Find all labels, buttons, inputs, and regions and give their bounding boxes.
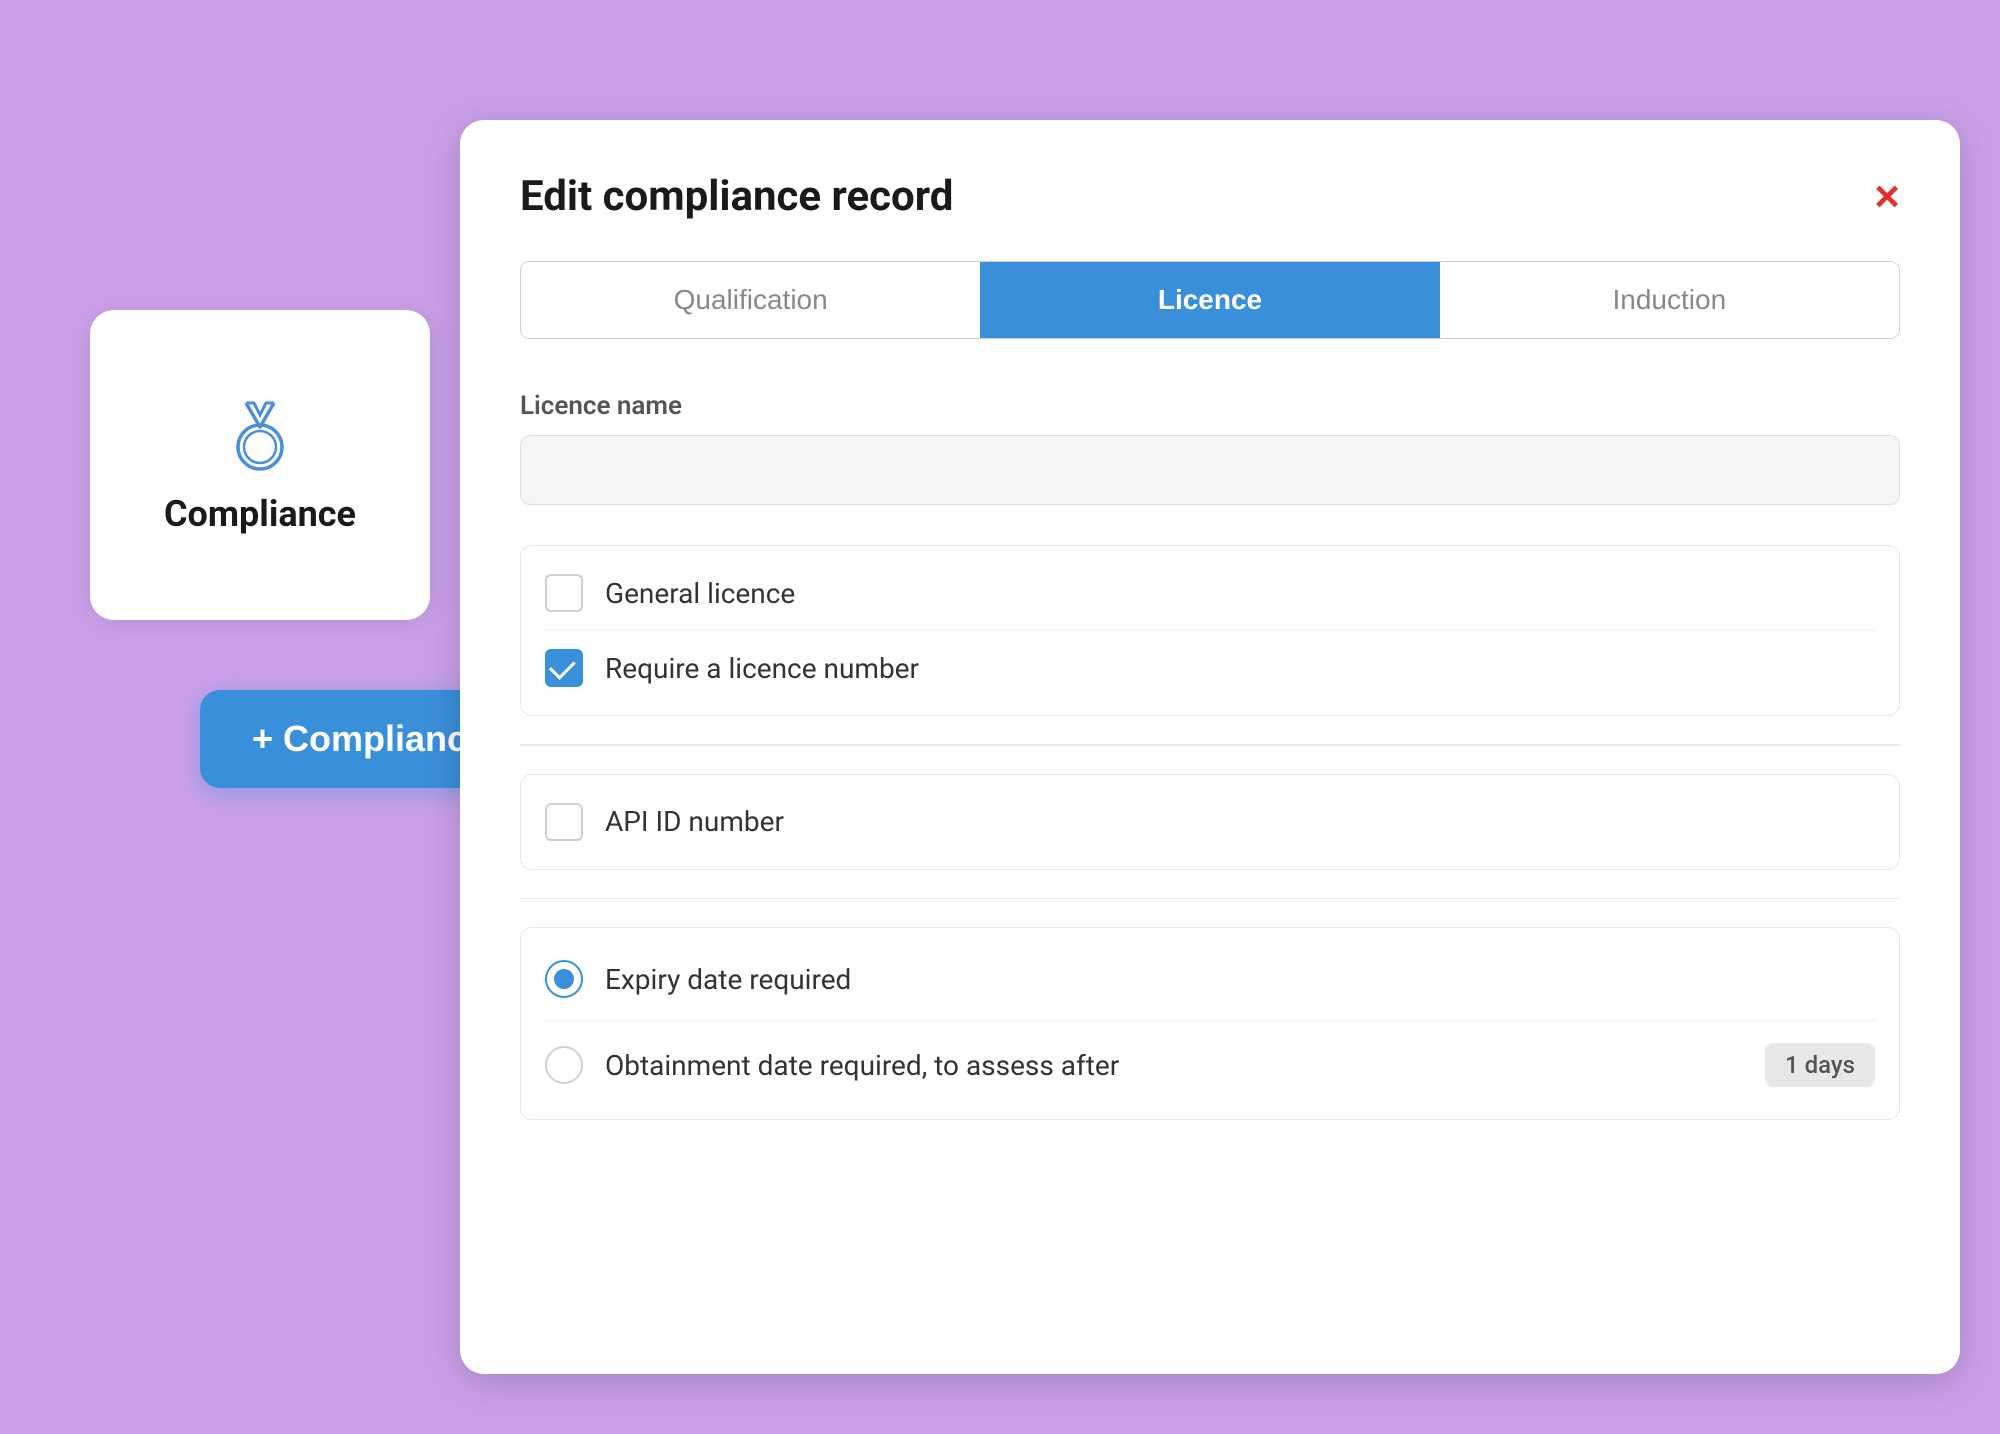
tab-induction[interactable]: Induction — [1440, 262, 1899, 338]
expiry-date-radio[interactable] — [545, 960, 583, 998]
require-licence-number-checkbox[interactable] — [545, 649, 583, 687]
require-licence-number-row: Require a licence number — [545, 630, 1875, 705]
general-licence-checkbox[interactable] — [545, 574, 583, 612]
tab-bar: Qualification Licence Induction — [520, 261, 1900, 339]
licence-name-field-group: Licence name — [520, 391, 1900, 545]
obtainment-date-label: Obtainment date required, to assess afte… — [605, 1049, 1743, 1082]
modal-header: Edit compliance record × — [520, 172, 1900, 221]
divider-1 — [520, 744, 1900, 746]
licence-name-label: Licence name — [520, 391, 1900, 421]
api-group: API ID number — [520, 774, 1900, 870]
obtainment-date-row: Obtainment date required, to assess afte… — [545, 1020, 1875, 1109]
radios-group: Expiry date required Obtainment date req… — [520, 927, 1900, 1120]
api-id-checkbox[interactable] — [545, 803, 583, 841]
expiry-date-label: Expiry date required — [605, 963, 1875, 996]
edit-compliance-modal: Edit compliance record × Qualification L… — [460, 120, 1960, 1374]
general-licence-row: General licence — [545, 556, 1875, 630]
tab-licence[interactable]: Licence — [980, 262, 1439, 338]
obtainment-date-radio[interactable] — [545, 1046, 583, 1084]
tab-qualification[interactable]: Qualification — [521, 262, 980, 338]
days-badge: 1 days — [1765, 1043, 1875, 1087]
compliance-card-label: Compliance — [164, 493, 356, 535]
compliance-medal-icon — [220, 395, 300, 475]
compliance-card: Compliance — [90, 310, 430, 620]
form-content: Licence name General licence Require a l… — [520, 391, 1900, 1322]
api-id-label: API ID number — [605, 805, 784, 838]
close-button[interactable]: × — [1874, 175, 1900, 219]
general-licence-label: General licence — [605, 577, 795, 610]
require-licence-number-label: Require a licence number — [605, 652, 919, 685]
checkboxes-group: General licence Require a licence number — [520, 545, 1900, 716]
api-id-row: API ID number — [545, 785, 1875, 859]
modal-title: Edit compliance record — [520, 172, 953, 221]
expiry-date-row: Expiry date required — [545, 938, 1875, 1020]
licence-name-input[interactable] — [520, 435, 1900, 505]
divider-2 — [520, 898, 1900, 900]
